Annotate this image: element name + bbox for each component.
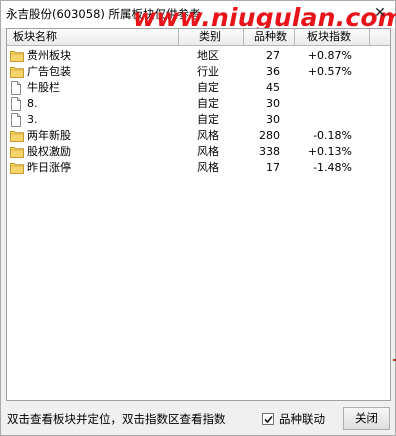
table-row[interactable]: 昨日涨停 风格 17 -1.48%	[7, 160, 390, 176]
table-row[interactable]: 贵州板块 地区 27 +0.87%	[7, 48, 390, 64]
link-checkbox[interactable]	[262, 413, 274, 425]
sector-type: 自定	[197, 81, 219, 94]
sector-index: +0.13%	[307, 145, 352, 158]
sector-name: 8.	[27, 97, 38, 110]
sector-index	[297, 112, 352, 128]
title-bar[interactable]: 永吉股份(603058) 所属板块仅供参考 www.niugulan.com ✕	[1, 1, 396, 32]
sector-index: -0.18%	[313, 129, 352, 142]
document-icon	[10, 81, 24, 95]
status-hint: 双击查看板块并定位，双击指数区查看指数	[7, 412, 226, 426]
column-header-name[interactable]: 板块名称	[7, 29, 179, 46]
document-icon	[10, 113, 24, 127]
sector-name: 3.	[27, 113, 38, 126]
column-header-type[interactable]: 类别	[179, 29, 244, 46]
table-row[interactable]: 牛股栏 自定 45	[7, 80, 390, 96]
sector-list[interactable]: 板块名称 类别 品种数 板块指数 贵州板块 地区 27 +0.87% 广告包装 行业 36 +…	[6, 28, 391, 401]
close-button[interactable]: 关闭	[343, 407, 390, 430]
sector-type: 自定	[197, 97, 219, 110]
table-row[interactable]: 股权激励 风格 338 +0.13%	[7, 144, 390, 160]
sector-count: 30	[266, 113, 280, 126]
table-row[interactable]: 广告包装 行业 36 +0.57%	[7, 64, 390, 80]
sector-index: -1.48%	[313, 161, 352, 174]
link-checkbox-label[interactable]: 品种联动	[279, 411, 325, 427]
sector-count: 30	[266, 97, 280, 110]
sector-name: 两年新股	[27, 129, 71, 142]
sector-name: 贵州板块	[27, 49, 71, 62]
folder-icon	[10, 49, 24, 63]
folder-icon	[10, 145, 24, 159]
table-row[interactable]: 8. 自定 30	[7, 96, 390, 112]
list-header: 板块名称 类别 品种数 板块指数	[7, 29, 390, 46]
sector-name: 广告包装	[27, 65, 71, 78]
folder-icon	[10, 161, 24, 175]
column-header-filler	[370, 29, 390, 46]
sector-type: 行业	[197, 65, 219, 78]
column-header-count[interactable]: 品种数	[244, 29, 295, 46]
sector-type: 地区	[197, 49, 219, 62]
folder-icon	[10, 65, 24, 79]
table-row[interactable]: 3. 自定 30	[7, 112, 390, 128]
sector-count: 280	[259, 129, 280, 142]
sector-name: 股权激励	[27, 145, 71, 158]
sector-count: 36	[266, 65, 280, 78]
sector-type: 自定	[197, 113, 219, 126]
document-icon	[10, 97, 24, 111]
sector-index	[297, 96, 352, 112]
sector-count: 27	[266, 49, 280, 62]
sector-count: 338	[259, 145, 280, 158]
sector-type: 风格	[197, 161, 219, 174]
sector-index: +0.87%	[307, 49, 352, 62]
checkmark-icon	[264, 415, 273, 424]
sector-type: 风格	[197, 145, 219, 158]
sector-index: +0.57%	[307, 65, 352, 78]
sector-count: 45	[266, 81, 280, 94]
sector-name: 牛股栏	[27, 81, 60, 94]
sector-name: 昨日涨停	[27, 161, 71, 174]
column-header-index[interactable]: 板块指数	[295, 29, 370, 46]
table-row[interactable]: 两年新股 风格 280 -0.18%	[7, 128, 390, 144]
folder-icon	[10, 129, 24, 143]
sector-index	[297, 80, 352, 96]
sector-count: 17	[266, 161, 280, 174]
close-icon[interactable]: ✕	[371, 4, 389, 22]
sector-dialog: 永吉股份(603058) 所属板块仅供参考 www.niugulan.com ✕…	[0, 0, 396, 436]
sector-type: 风格	[197, 129, 219, 142]
